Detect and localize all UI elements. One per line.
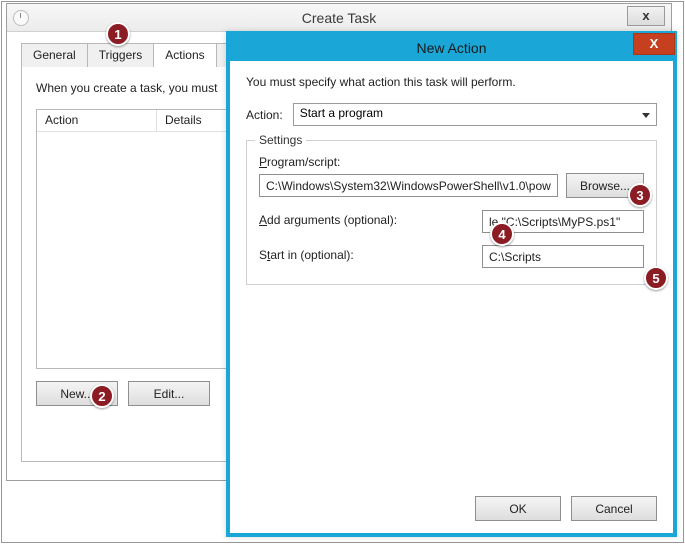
- action-select[interactable]: Start a program: [293, 103, 657, 126]
- new-action-title: New Action: [230, 40, 673, 56]
- instruction-text: You must specify what action this task w…: [246, 75, 657, 89]
- startin-input[interactable]: [482, 245, 644, 268]
- new-action-window: New Action X You must specify what actio…: [226, 31, 677, 537]
- tab-triggers[interactable]: Triggers: [87, 43, 155, 67]
- startin-label: Start in (optional):: [259, 248, 354, 262]
- close-button[interactable]: X: [633, 33, 675, 55]
- annotation-5: 5: [644, 266, 668, 290]
- cancel-button[interactable]: Cancel: [571, 496, 657, 521]
- arguments-label: Add arguments (optional):: [259, 213, 397, 227]
- action-select-value: Start a program: [300, 106, 383, 120]
- close-button[interactable]: x: [627, 6, 665, 26]
- tab-general[interactable]: General: [21, 43, 88, 67]
- col-action[interactable]: Action: [37, 110, 157, 131]
- action-label: Action:: [246, 108, 283, 122]
- ok-button[interactable]: OK: [475, 496, 561, 521]
- new-action-titlebar: New Action X: [230, 35, 673, 61]
- settings-group-title: Settings: [255, 133, 306, 147]
- edit-button[interactable]: Edit...: [128, 381, 210, 406]
- annotation-3: 3: [628, 183, 652, 207]
- program-label: Program/script:: [259, 155, 644, 169]
- annotation-1: 1: [106, 22, 130, 46]
- annotation-4: 4: [490, 222, 514, 246]
- create-task-title: Create Task: [7, 10, 671, 26]
- program-input[interactable]: [259, 174, 558, 197]
- settings-group: Settings Program/script: Browse... Add a…: [246, 140, 657, 285]
- annotation-2: 2: [90, 384, 114, 408]
- tab-actions[interactable]: Actions: [153, 43, 216, 67]
